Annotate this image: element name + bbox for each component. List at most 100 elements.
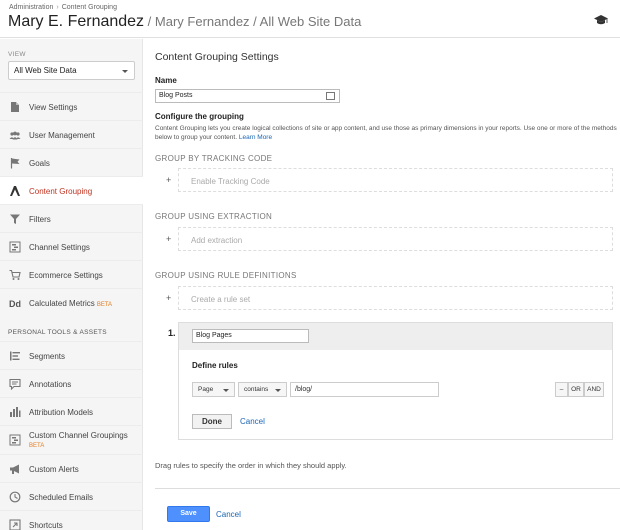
channel-icon [9,241,21,253]
sidebar-item-label: Channel Settings [29,243,90,252]
shortcut-icon [9,519,21,530]
view-label: VIEW [8,51,26,58]
rule-number: 1. [168,328,176,338]
graduation-cap-icon[interactable] [594,14,608,26]
drag-hint: Drag rules to specify the order in which… [155,461,347,470]
rule-value: /blog/ [295,386,313,393]
sidebar-item-label: Goals [29,159,50,168]
top-bar: Administration › Content Grouping Mary E. … [0,0,620,38]
sidebar-item-label: Attribution Models [29,408,94,417]
segments-icon [10,351,20,361]
page-heading: Content Grouping Settings [155,51,279,63]
breadcrumb-separator: › [56,4,59,11]
or-button[interactable]: OR [568,382,584,397]
dimension-select[interactable]: Page [192,382,235,397]
breadcrumb-content-grouping[interactable]: Content Grouping [62,4,117,11]
define-rules-label: Define rules [192,361,238,370]
sidebar-item-filters[interactable]: Filters [0,204,143,232]
rule-set-header[interactable]: Blog Pages [179,323,612,350]
flag-icon [10,158,20,169]
chevron-down-icon [275,389,281,392]
add-extraction-button[interactable]: Add extraction [178,227,613,251]
sidebar-item-content-grouping[interactable]: Content Grouping [0,176,143,204]
rule-value-input[interactable]: /blog/ [290,382,439,397]
sidebar-item-view-settings[interactable]: View Settings [0,92,143,120]
create-rule-set-label: Create a rule set [191,295,251,304]
document-icon [11,102,19,112]
sidebar-item-label: Custom Channel Groupings BETA [29,431,128,451]
chevron-down-icon [122,70,128,73]
sidebar-item-label: View Settings [29,103,78,112]
operator-select-value: contains [244,386,269,393]
tracking-code-heading: GROUP BY TRACKING CODE [155,154,273,163]
beta-badge: BETA [29,443,45,449]
megaphone-icon [10,464,19,474]
divider [155,488,620,489]
rule-name-input[interactable]: Blog Pages [192,329,309,343]
sidebar-item-label: Custom Alerts [29,465,79,474]
configure-label: Configure the grouping [155,112,244,121]
sidebar-item-attribution-models[interactable]: Attribution Models [0,397,143,425]
configure-description-text: Content Grouping lets you create logical… [155,125,617,141]
custom-channel-icon [9,434,21,446]
enable-tracking-code-button[interactable]: Enable Tracking Code [178,168,613,192]
view-select-value: All Web Site Data [14,66,77,75]
enable-tracking-code-label: Enable Tracking Code [191,177,270,186]
sidebar-item-label: Segments [29,352,66,361]
page-title: Mary E. Fernandez / Mary Fernandez / All… [8,13,361,31]
rule-cancel-link[interactable]: Cancel [240,417,265,426]
sidebar-item-annotations[interactable]: Annotations [0,369,143,397]
annotation-icon [9,378,21,390]
content-grouping-icon [10,186,20,196]
sidebar-item-scheduled-emails[interactable]: Scheduled Emails [0,482,143,510]
rule-set[interactable]: Blog Pages Define rules Page contains /b… [178,322,613,440]
chevron-down-icon [223,389,229,392]
add-extraction-label: Add extraction [191,236,243,245]
contact-card-icon [326,92,335,100]
sidebar-item-label: Annotations [29,380,72,389]
account-name: Mary E. Fernandez [8,13,145,30]
sidebar-item-ecommerce-settings[interactable]: Ecommerce Settings [0,260,143,288]
sidebar-item-label-text: Custom Channel Groupings [29,431,128,440]
personal-tools-label: PERSONAL TOOLS & ASSETS [8,329,107,336]
sidebar-item-calculated-metrics[interactable]: Dd Calculated Metrics BETA [0,288,143,316]
dd-icon: Dd [9,299,21,309]
learn-more-link[interactable]: Learn More [239,134,272,141]
main-content: Content Grouping Settings Name Blog Post… [144,39,620,530]
sidebar-item-goals[interactable]: Goals [0,148,143,176]
name-input-value: Blog Posts [159,92,193,99]
sidebar-item-label: Content Grouping [29,187,93,196]
sidebar-item-label: Shortcuts [29,521,63,530]
svg-text:Dd: Dd [9,299,21,309]
sidebar-item-label: Scheduled Emails [29,493,94,502]
users-icon [9,131,21,140]
sidebar-item-label: User Management [29,131,95,140]
filter-icon [10,214,20,224]
sidebar-item-label-text: Calculated Metrics [29,299,95,308]
sidebar-item-custom-alerts[interactable]: Custom Alerts [0,454,143,482]
plus-icon: + [166,234,172,244]
sidebar-item-label: Calculated Metrics BETA [29,299,112,308]
operator-select[interactable]: contains [238,382,287,397]
sidebar-item-segments[interactable]: Segments [0,341,143,369]
sidebar-item-custom-channel-groupings[interactable]: Custom Channel Groupings BETA [0,425,143,455]
breadcrumb-administration[interactable]: Administration [9,4,53,11]
sidebar-item-shortcuts[interactable]: Shortcuts [0,510,143,530]
bar-chart-icon [10,407,21,417]
name-input[interactable]: Blog Posts [155,89,340,103]
cancel-link[interactable]: Cancel [216,510,241,519]
rule-name-value: Blog Pages [196,332,232,339]
and-button[interactable]: AND [584,382,604,397]
view-select[interactable]: All Web Site Data [8,61,135,80]
cart-icon [9,269,21,280]
save-button[interactable]: Save [167,506,210,522]
sidebar-item-user-management[interactable]: User Management [0,120,143,148]
remove-condition-button[interactable]: – [555,382,568,397]
done-button[interactable]: Done [192,414,232,429]
beta-badge: BETA [96,302,113,308]
sidebar-item-label: Ecommerce Settings [29,271,103,280]
sidebar-item-channel-settings[interactable]: Channel Settings [0,232,143,260]
create-rule-set-button[interactable]: Create a rule set [178,286,613,310]
configure-description: Content Grouping lets you create logical… [155,124,620,142]
sidebar: VIEW All Web Site Data View Settings Use… [0,39,143,530]
